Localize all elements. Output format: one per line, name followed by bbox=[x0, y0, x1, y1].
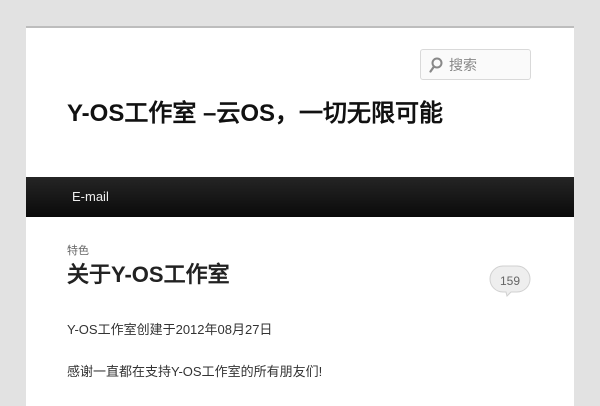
post-paragraph: Y-OS工作室创建于2012年08月27日 bbox=[67, 322, 273, 337]
search-icon bbox=[429, 57, 443, 73]
comment-count-bubble[interactable]: 159 bbox=[489, 265, 531, 297]
main-navigation: E-mail bbox=[26, 177, 574, 217]
search-input[interactable]: 搜索 bbox=[420, 49, 531, 80]
page-container: 搜索 Y-OS工作室 –云OS，一切无限可能 E-mail 特色 关于Y-OS工… bbox=[26, 26, 574, 406]
featured-label: 特色 bbox=[67, 245, 89, 257]
nav-item-email[interactable]: E-mail bbox=[72, 189, 109, 205]
post-paragraph: 感谢一直都在支持Y-OS工作室的所有朋友们! bbox=[67, 364, 323, 379]
site-title[interactable]: Y-OS工作室 –云OS，一切无限可能 bbox=[67, 98, 443, 130]
comment-count: 159 bbox=[499, 274, 521, 288]
search-placeholder: 搜索 bbox=[449, 57, 477, 73]
post-title[interactable]: 关于Y-OS工作室 bbox=[67, 260, 230, 290]
